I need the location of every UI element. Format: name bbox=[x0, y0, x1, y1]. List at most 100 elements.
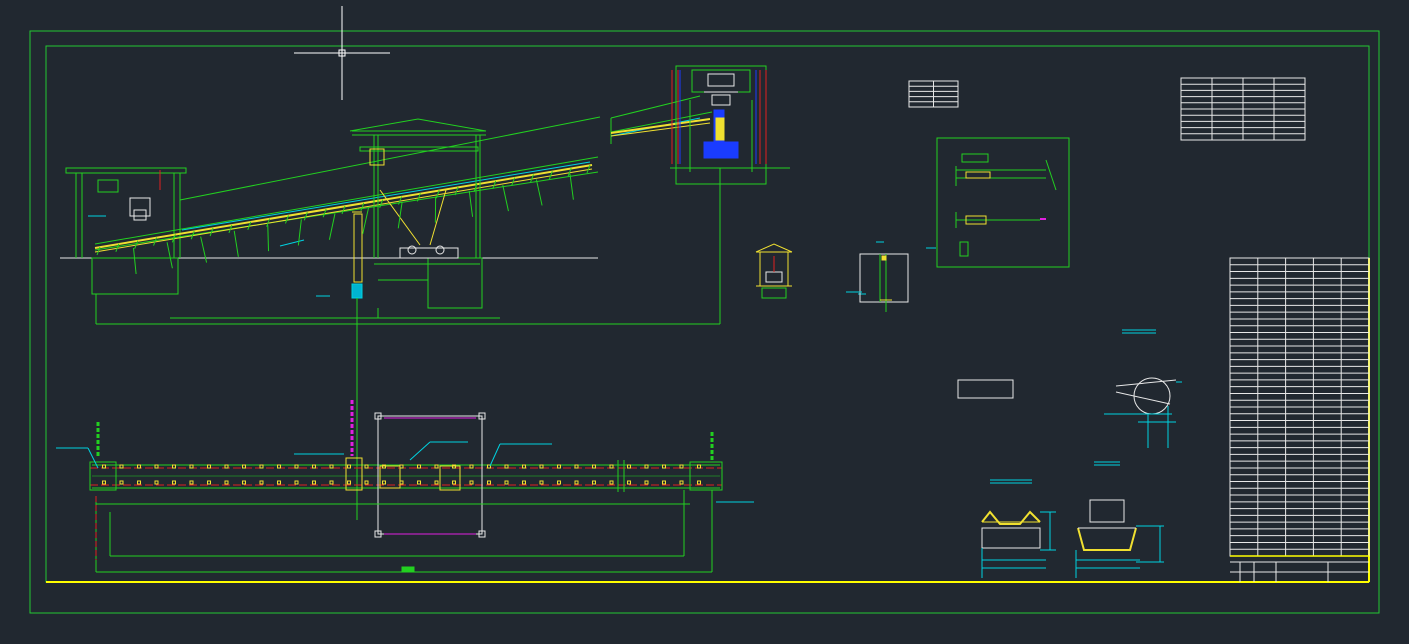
idler-mark-bottom bbox=[137, 480, 141, 485]
idler-mark-top bbox=[207, 464, 211, 469]
plan-scale-mark bbox=[401, 566, 415, 572]
idler-mark-bottom bbox=[487, 480, 491, 485]
idler-mark-bottom bbox=[469, 480, 474, 485]
idler-mark-bottom bbox=[172, 480, 176, 485]
idler-mark-bottom bbox=[609, 480, 614, 485]
plan-take-up-box bbox=[377, 415, 483, 535]
small-shelter-detail[interactable] bbox=[755, 243, 793, 299]
idler-mark-top bbox=[522, 464, 526, 469]
leader-line bbox=[166, 242, 173, 269]
label-box bbox=[957, 379, 1014, 399]
idler-mark-top bbox=[434, 464, 439, 469]
idler-mark-top bbox=[137, 464, 141, 469]
idler-mark-top bbox=[154, 464, 159, 469]
idler-mark-top bbox=[102, 464, 106, 469]
leader-line bbox=[569, 173, 574, 200]
head-drive-unit bbox=[715, 117, 725, 141]
drive-detail-panel[interactable] bbox=[926, 137, 1070, 268]
inner-border bbox=[45, 45, 1370, 583]
elevation-dimensions bbox=[95, 168, 721, 325]
idler-mark-top bbox=[592, 464, 596, 469]
small-note-table[interactable] bbox=[908, 80, 959, 108]
idler-mark-top bbox=[679, 464, 684, 469]
leader-line bbox=[233, 230, 239, 257]
idler-mark-top bbox=[312, 464, 316, 469]
mid-shelter bbox=[349, 118, 487, 309]
frame-detail[interactable] bbox=[846, 241, 909, 312]
leader-line bbox=[468, 190, 474, 217]
cad-model-space[interactable] bbox=[0, 0, 1409, 644]
idler-mark-top bbox=[364, 464, 369, 469]
idler-mark-top bbox=[347, 464, 351, 469]
leader-line bbox=[362, 207, 369, 235]
leader-line bbox=[502, 185, 509, 212]
leader-line bbox=[133, 247, 137, 275]
idler-mark-top bbox=[119, 464, 124, 469]
pulley-detail[interactable] bbox=[1104, 329, 1182, 448]
idler-mark-bottom bbox=[417, 480, 421, 485]
idler-mark-bottom bbox=[382, 480, 386, 485]
idler-mark-top bbox=[574, 464, 579, 469]
idler-mark-top bbox=[557, 464, 561, 469]
idler-mark-bottom bbox=[312, 480, 316, 485]
cad-crosshair-cursor[interactable] bbox=[294, 6, 390, 100]
idler-mark-top bbox=[539, 464, 544, 469]
idler-mark-bottom bbox=[102, 480, 106, 485]
idler-mark-top bbox=[417, 464, 421, 469]
idler-mark-bottom bbox=[347, 480, 351, 485]
sheet-border bbox=[29, 30, 1380, 614]
troughing-idler-section-a[interactable] bbox=[981, 479, 1056, 578]
troughing-idler-section-b[interactable] bbox=[1075, 461, 1164, 578]
idler-mark-top bbox=[294, 464, 299, 469]
annotation-leaders bbox=[133, 173, 574, 275]
idler-mark-bottom bbox=[504, 480, 509, 485]
leader-line bbox=[535, 179, 543, 206]
plan-take-up-corners bbox=[374, 412, 486, 538]
idler-mark-bottom bbox=[154, 480, 159, 485]
bill-of-materials[interactable] bbox=[1229, 257, 1370, 557]
idler-mark-top bbox=[504, 464, 509, 469]
plan-view[interactable] bbox=[56, 400, 754, 573]
idler-mark-bottom bbox=[119, 480, 124, 485]
mid-drive-frame bbox=[399, 245, 459, 259]
idler-mark-top bbox=[224, 464, 229, 469]
idler-mark-bottom bbox=[574, 480, 579, 485]
idler-mark-bottom bbox=[557, 480, 561, 485]
plan-idler-marks bbox=[102, 464, 701, 485]
idler-mark-bottom bbox=[329, 480, 334, 485]
plan-dimensions bbox=[95, 490, 713, 573]
idler-mark-top bbox=[277, 464, 281, 469]
side-elevation-view[interactable] bbox=[60, 65, 866, 520]
idler-mark-bottom bbox=[189, 480, 194, 485]
mid-drive bbox=[352, 148, 447, 283]
title-block[interactable] bbox=[1230, 555, 1369, 582]
idler-mark-bottom bbox=[592, 480, 596, 485]
idler-mark-bottom bbox=[662, 480, 666, 485]
idler-mark-bottom bbox=[644, 480, 649, 485]
idler-mark-bottom bbox=[522, 480, 526, 485]
idler-mark-top bbox=[189, 464, 194, 469]
conveyor-belt bbox=[94, 118, 711, 253]
hopper bbox=[129, 197, 151, 221]
idler-mark-top bbox=[627, 464, 631, 469]
idler-mark-bottom bbox=[224, 480, 229, 485]
idler-mark-top bbox=[662, 464, 666, 469]
idler-mark-top bbox=[329, 464, 334, 469]
parameter-table[interactable] bbox=[1180, 77, 1306, 141]
idler-mark-top bbox=[172, 464, 176, 469]
idler-mark-bottom bbox=[697, 480, 701, 485]
conveyor-envelope bbox=[94, 95, 713, 251]
plan-leaders bbox=[56, 441, 754, 503]
idler-mark-bottom bbox=[277, 480, 281, 485]
outer-border bbox=[29, 30, 1380, 614]
leader-line bbox=[200, 236, 208, 263]
cad-drawing-canvas[interactable] bbox=[0, 0, 1409, 644]
idler-mark-top bbox=[697, 464, 701, 469]
idler-mark-bottom bbox=[679, 480, 684, 485]
idler-mark-bottom bbox=[539, 480, 544, 485]
idler-mark-bottom bbox=[627, 480, 631, 485]
leader-line bbox=[267, 225, 270, 252]
idler-mark-top bbox=[469, 464, 474, 469]
idler-mark-top bbox=[242, 464, 246, 469]
head-crane bbox=[704, 73, 738, 106]
